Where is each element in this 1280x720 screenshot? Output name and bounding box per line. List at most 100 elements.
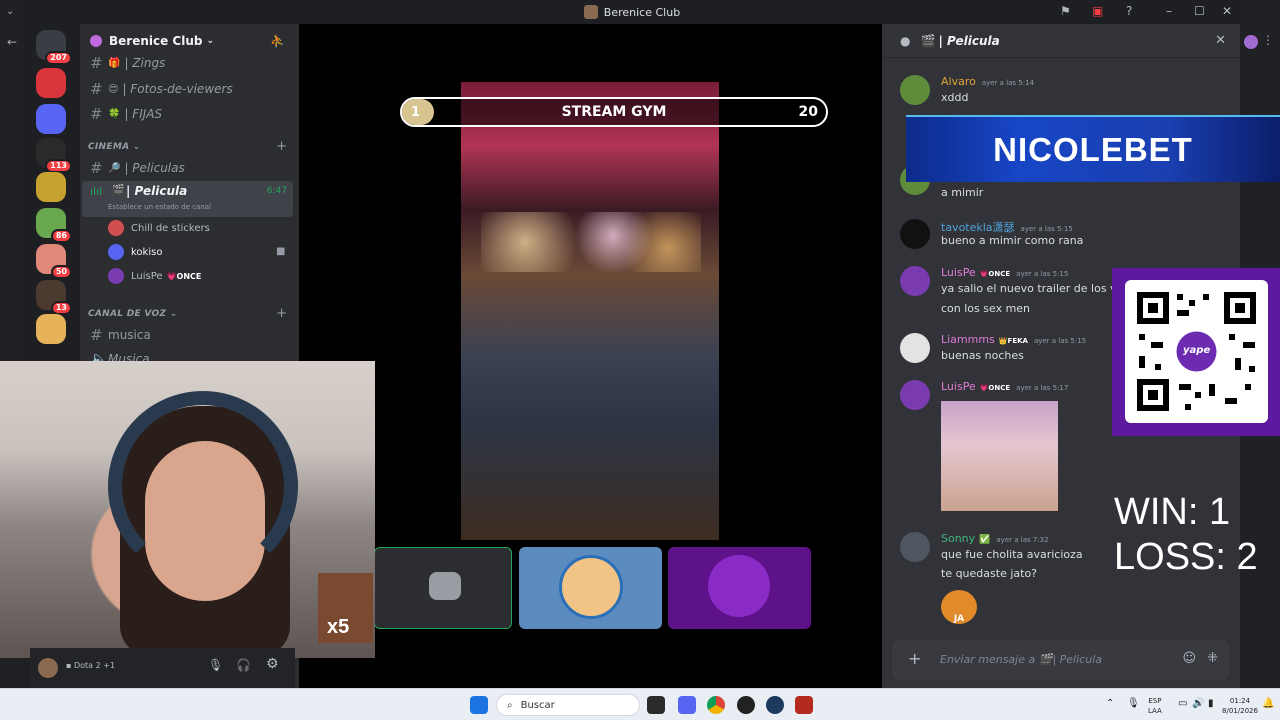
category-voz[interactable]: CANAL DE VOZ ⌄ <box>88 309 178 319</box>
avatar[interactable] <box>900 75 930 105</box>
avatar <box>108 268 124 284</box>
channel-label: | Fotos-de-viewers <box>122 82 233 96</box>
add-channel-icon[interactable]: + <box>276 139 287 154</box>
back-icon[interactable]: ← <box>7 35 17 49</box>
participant-tile-avatar[interactable] <box>519 547 662 629</box>
participant-tile-camera[interactable] <box>374 547 512 629</box>
camera-icon <box>429 572 461 600</box>
browser-avatar-icon[interactable] <box>1244 35 1258 49</box>
channel-zings[interactable]: # 🎁 | Zings <box>86 52 293 74</box>
participant-tile-yape[interactable] <box>668 547 811 629</box>
voice-user-chill[interactable]: Chill de stickers <box>108 220 210 236</box>
username[interactable]: LuisPe <box>941 266 976 279</box>
voice-user-kokiso[interactable]: kokiso <box>108 244 162 260</box>
dark-server-icon[interactable]: 13 <box>36 280 72 315</box>
help-icon[interactable]: ? <box>1126 4 1132 18</box>
layout-code: LAA <box>1148 707 1162 715</box>
mic-icon[interactable]: 🎙 <box>208 658 223 672</box>
avatar[interactable] <box>900 266 930 296</box>
avatar <box>108 244 124 260</box>
gear-icon[interactable]: ⚙ <box>266 656 279 672</box>
battery-icon[interactable]: ▮ <box>1208 698 1214 709</box>
notification-icon[interactable]: 🔔 <box>1262 698 1274 709</box>
network-icon[interactable]: ▭ <box>1178 698 1187 709</box>
avatar[interactable] <box>900 333 930 363</box>
kid-server-icon[interactable] <box>36 314 66 344</box>
screen-share-icon[interactable]: ▣ <box>1092 4 1103 18</box>
search-icon: ⌕ <box>507 699 513 711</box>
browser-menu-icon[interactable]: ⋮ <box>1262 33 1274 47</box>
obs-icon[interactable] <box>737 696 755 714</box>
search-icon: 🔎 <box>108 162 121 174</box>
message-text: que fue cholita avaricioza <box>941 548 1083 561</box>
friend-server-icon[interactable]: 86 <box>36 208 72 243</box>
add-attachment-icon[interactable]: + <box>908 649 921 668</box>
window-title: Berenice Club <box>603 5 681 19</box>
yape-logo-icon <box>708 555 770 617</box>
steam-icon[interactable] <box>766 696 784 714</box>
discord-icon[interactable] <box>678 696 696 714</box>
close-icon[interactable]: ✕ <box>1215 33 1226 48</box>
add-channel-icon[interactable]: + <box>276 306 287 321</box>
combo-count: x5 <box>327 616 350 638</box>
chevron-down-icon[interactable]: ⌄ <box>6 6 14 17</box>
clock[interactable]: 01:24 8/01/2026 <box>1222 696 1258 716</box>
avatar[interactable] <box>900 380 930 410</box>
message-header: LuisPe 💗ONCE ayer a las 5:15 <box>941 266 1068 279</box>
username[interactable]: Sonny <box>941 532 975 545</box>
channel-musica[interactable]: # musica <box>86 324 293 346</box>
minimize-button[interactable]: – <box>1166 4 1172 18</box>
role-tag-label: ONCE <box>988 270 1011 278</box>
chat-channel-name: | Pelicula <box>938 33 1000 48</box>
apps-icon[interactable]: ⁜ <box>1207 651 1218 666</box>
stream-gym-bar: 1 STREAM GYM 20 <box>400 97 828 127</box>
category-cinema[interactable]: CINEMA ⌄ <box>88 142 141 152</box>
sticker[interactable]: JA <box>941 590 977 624</box>
attached-image[interactable] <box>941 401 1058 511</box>
discord-server-icon[interactable] <box>36 104 66 134</box>
windows-taskbar: ⌕ Buscar ⌃ 🎙 ESP LAA ▭ 🔊 ▮ 01:24 8/01/20… <box>0 688 1280 720</box>
tray-mic-icon[interactable]: 🎙 <box>1127 698 1140 709</box>
maximize-button[interactable]: ☐ <box>1194 4 1205 18</box>
volume-icon[interactable]: 🔊 <box>1192 698 1204 709</box>
headphones-icon[interactable]: 🎧 <box>236 658 251 672</box>
avatar[interactable] <box>900 219 930 249</box>
taskbar-search[interactable]: ⌕ Buscar <box>496 694 640 716</box>
lg-server-icon[interactable] <box>36 68 66 98</box>
girl-server-icon[interactable]: 50 <box>36 244 72 279</box>
voice-user-luispe[interactable]: LuisPe 💗ONCE <box>108 268 201 284</box>
channel-status[interactable]: Establece un estado de canal <box>108 203 211 211</box>
add-member-icon[interactable]: ⛹ <box>270 34 285 48</box>
pets-server-icon[interactable]: 113 <box>36 138 72 173</box>
channel-peliculas[interactable]: # 🔎 | Peliculas <box>86 157 293 179</box>
start-icon[interactable] <box>470 696 488 714</box>
file-explorer-icon[interactable] <box>647 696 665 714</box>
keyboard-language[interactable]: ESP LAA <box>1148 696 1162 716</box>
channel-fijas[interactable]: # 🍀 | FIJAS <box>86 103 293 125</box>
chat-bubble-icon: ● <box>900 33 911 48</box>
message-text: a mimir <box>941 186 984 199</box>
clapper-icon: 🎬 <box>112 185 125 196</box>
username[interactable]: LuisPe <box>941 380 976 393</box>
channel-fotos[interactable]: # 😍 | Fotos-de-viewers <box>86 78 293 100</box>
dota-icon[interactable] <box>795 696 813 714</box>
language-code: ESP <box>1148 697 1162 705</box>
chat-header: ● 🎬 | Pelicula ✕ <box>882 24 1240 58</box>
discord-home-icon[interactable]: 207 <box>36 30 72 65</box>
voice-channel-active[interactable]: ılıl 🎬 | Pelicula 6:47 Establece un esta… <box>82 181 293 217</box>
close-button[interactable]: ✕ <box>1222 4 1232 18</box>
avatar[interactable] <box>38 658 58 678</box>
chrome-icon[interactable] <box>707 696 725 714</box>
avatar[interactable] <box>900 532 930 562</box>
username[interactable]: Alvaro <box>941 75 976 88</box>
inbox-flag-icon[interactable]: ⚑ <box>1060 4 1071 18</box>
emoji-icon[interactable]: ☺ <box>1182 651 1196 666</box>
stream-video[interactable] <box>461 82 719 540</box>
message-composer[interactable]: + Enviar mensaje a 🎬| Pelicula ☺ ⁜ <box>892 640 1230 680</box>
gold-server-icon[interactable] <box>36 172 66 202</box>
username[interactable]: Liammms <box>941 333 995 346</box>
gift-icon: 🎁 <box>108 57 121 69</box>
message-text: xddd <box>941 91 969 104</box>
tray-chevron-icon[interactable]: ⌃ <box>1106 698 1114 709</box>
role-tag-label: ONCE <box>176 271 202 281</box>
